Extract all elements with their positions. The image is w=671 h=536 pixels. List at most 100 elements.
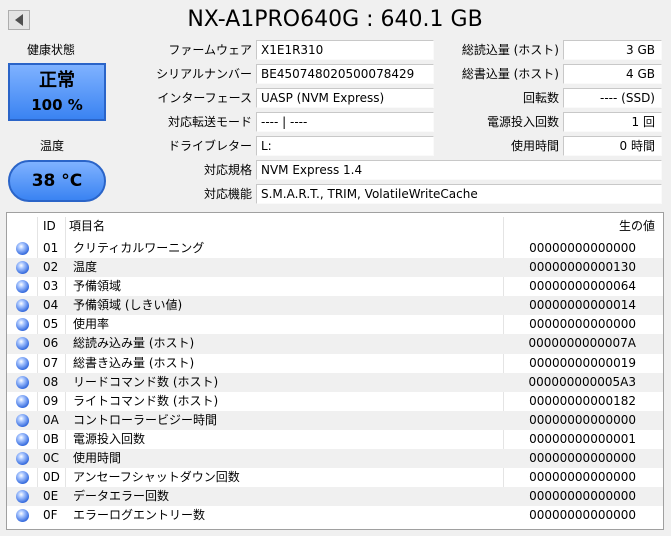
row-id: 0E	[43, 489, 59, 504]
table-row[interactable]: 0D アンセーフシャットダウン回数 00000000000000	[7, 468, 663, 487]
column-header-name[interactable]: 項目名	[69, 213, 105, 239]
row-name: コントローラービジー時間	[73, 412, 218, 427]
status-good-icon	[16, 509, 29, 523]
row-name: 総書き込み量 (ホスト)	[73, 355, 195, 370]
row-id: 01	[43, 241, 59, 255]
row-raw-value: 00000000000019	[529, 355, 636, 370]
status-good-icon	[16, 261, 29, 275]
row-raw-value: 00000000000000	[529, 489, 636, 504]
row-name: データエラー回数	[73, 489, 170, 504]
table-row[interactable]: 03 予備領域 00000000000064	[7, 277, 663, 296]
row-id: 0A	[43, 412, 59, 427]
transfer-mode-field[interactable]: ---- | ----	[256, 112, 434, 132]
row-name: 予備領域	[73, 279, 122, 294]
features-field[interactable]: S.M.A.R.T., TRIM, VolatileWriteCache	[256, 184, 662, 204]
row-raw-value: 00000000000000	[529, 241, 636, 255]
previous-disk-button[interactable]	[8, 10, 30, 30]
row-raw-value: 00000000000000	[529, 470, 636, 485]
status-good-icon	[16, 490, 29, 504]
table-header: ID 項目名 生の値	[7, 213, 663, 239]
table-row[interactable]: 09 ライトコマンド数 (ホスト) 00000000000182	[7, 392, 663, 411]
row-id: 0B	[43, 431, 59, 446]
row-name: アンセーフシャットダウン回数	[73, 470, 240, 485]
row-name: 予備領域 (しきい値)	[73, 298, 183, 313]
table-row[interactable]: 06 総読み込み量 (ホスト) 0000000000007A	[7, 334, 663, 354]
row-id: 03	[43, 279, 59, 294]
table-body: 01 クリティカルワーニング 00000000000000 02 温度 00000000…	[7, 239, 663, 525]
row-id: 09	[43, 393, 59, 408]
status-good-icon	[16, 394, 29, 408]
standard-field[interactable]: NVM Express 1.4	[256, 160, 662, 180]
smart-attribute-table[interactable]: ID 項目名 生の値 01 クリティカルワーニング 00000000000000 0…	[6, 212, 664, 530]
row-name: 温度	[73, 260, 98, 275]
firmware-field[interactable]: X1E1R310	[256, 40, 434, 60]
disk-title: NX-A1PRO640G : 640.1 GB	[187, 7, 483, 32]
temperature-label: 温度	[40, 139, 65, 153]
status-good-icon	[16, 337, 29, 351]
row-raw-value: 00000000000014	[529, 298, 636, 313]
table-row[interactable]: 0F エラーログエントリー数 00000000000000	[7, 506, 663, 525]
column-header-raw-value[interactable]: 生の値	[619, 213, 655, 239]
table-row[interactable]: 0E データエラー回数 00000000000000	[7, 487, 663, 507]
health-percent: 100 %	[31, 96, 83, 114]
power-on-count-label: 電源投入回数	[486, 115, 559, 129]
serial-label: シリアルナンバー	[156, 67, 252, 81]
host-reads-label: 総読込量 (ホスト)	[461, 43, 559, 57]
row-name: クリティカルワーニング	[73, 241, 205, 255]
table-row[interactable]: 07 総書き込み量 (ホスト) 00000000000019	[7, 354, 663, 373]
status-good-icon	[16, 318, 29, 332]
serial-field[interactable]: BE450748020500078429	[256, 64, 434, 84]
table-row[interactable]: 0C 使用時間 00000000000000	[7, 449, 663, 469]
drive-letter-label: ドライブレター	[167, 139, 252, 153]
health-status-value: 正常	[39, 70, 75, 91]
status-good-icon	[16, 471, 29, 485]
host-writes-label: 総書込量 (ホスト)	[461, 67, 559, 81]
row-raw-value: 000000000005A3	[528, 374, 636, 389]
table-row[interactable]: 0B 電源投入回数 00000000000001	[7, 430, 663, 449]
power-on-hours-label: 使用時間	[510, 139, 559, 153]
row-name: 総読み込み量 (ホスト)	[73, 336, 195, 351]
triangle-left-icon	[15, 14, 23, 26]
power-on-count-field[interactable]: 1 回	[563, 112, 662, 132]
rotation-field[interactable]: ---- (SSD)	[563, 88, 662, 108]
row-id: 07	[43, 355, 59, 370]
interface-label: インターフェース	[157, 91, 252, 105]
table-row[interactable]: 08 リードコマンド数 (ホスト) 000000000005A3	[7, 372, 663, 392]
temperature-badge[interactable]: 38 °C	[8, 160, 106, 202]
row-raw-value: 00000000000000	[529, 317, 636, 332]
row-name: 使用率	[73, 317, 110, 332]
row-name: 電源投入回数	[73, 431, 146, 446]
status-good-icon	[16, 413, 29, 427]
status-good-icon	[16, 299, 29, 313]
health-status-badge[interactable]: 正常 100 %	[8, 63, 106, 121]
table-row[interactable]: 0A コントローラービジー時間 00000000000000	[7, 410, 663, 430]
row-raw-value: 00000000000064	[529, 279, 636, 294]
row-id: 08	[43, 374, 59, 389]
features-label: 対応機能	[203, 187, 252, 201]
row-id: 0D	[43, 470, 60, 485]
row-raw-value: 00000000000182	[529, 393, 636, 408]
status-good-icon	[16, 280, 29, 294]
row-name: 使用時間	[73, 451, 122, 466]
table-row[interactable]: 01 クリティカルワーニング 00000000000000	[7, 239, 663, 258]
row-raw-value: 00000000000000	[529, 508, 636, 523]
row-id: 06	[43, 336, 59, 351]
row-raw-value: 0000000000007A	[528, 336, 636, 351]
row-id: 0C	[43, 451, 60, 466]
health-status-label: 健康状態	[27, 43, 76, 57]
status-good-icon	[16, 356, 29, 370]
status-good-icon	[16, 452, 29, 466]
row-id: 0F	[43, 508, 58, 523]
power-on-hours-field[interactable]: 0 時間	[563, 136, 662, 156]
table-row[interactable]: 02 温度 00000000000130	[7, 258, 663, 278]
host-reads-field[interactable]: 3 GB	[563, 40, 662, 60]
table-row[interactable]: 05 使用率 00000000000000	[7, 315, 663, 334]
row-name: リードコマンド数 (ホスト)	[73, 374, 219, 389]
transfer-mode-label: 対応転送モード	[167, 115, 252, 129]
interface-field[interactable]: UASP (NVM Express)	[256, 88, 434, 108]
drive-letter-field[interactable]: L:	[256, 136, 434, 156]
row-raw-value: 00000000000001	[529, 431, 636, 446]
status-good-icon	[16, 375, 29, 389]
host-writes-field[interactable]: 4 GB	[563, 64, 662, 84]
table-row[interactable]: 04 予備領域 (しきい値) 00000000000014	[7, 296, 663, 316]
